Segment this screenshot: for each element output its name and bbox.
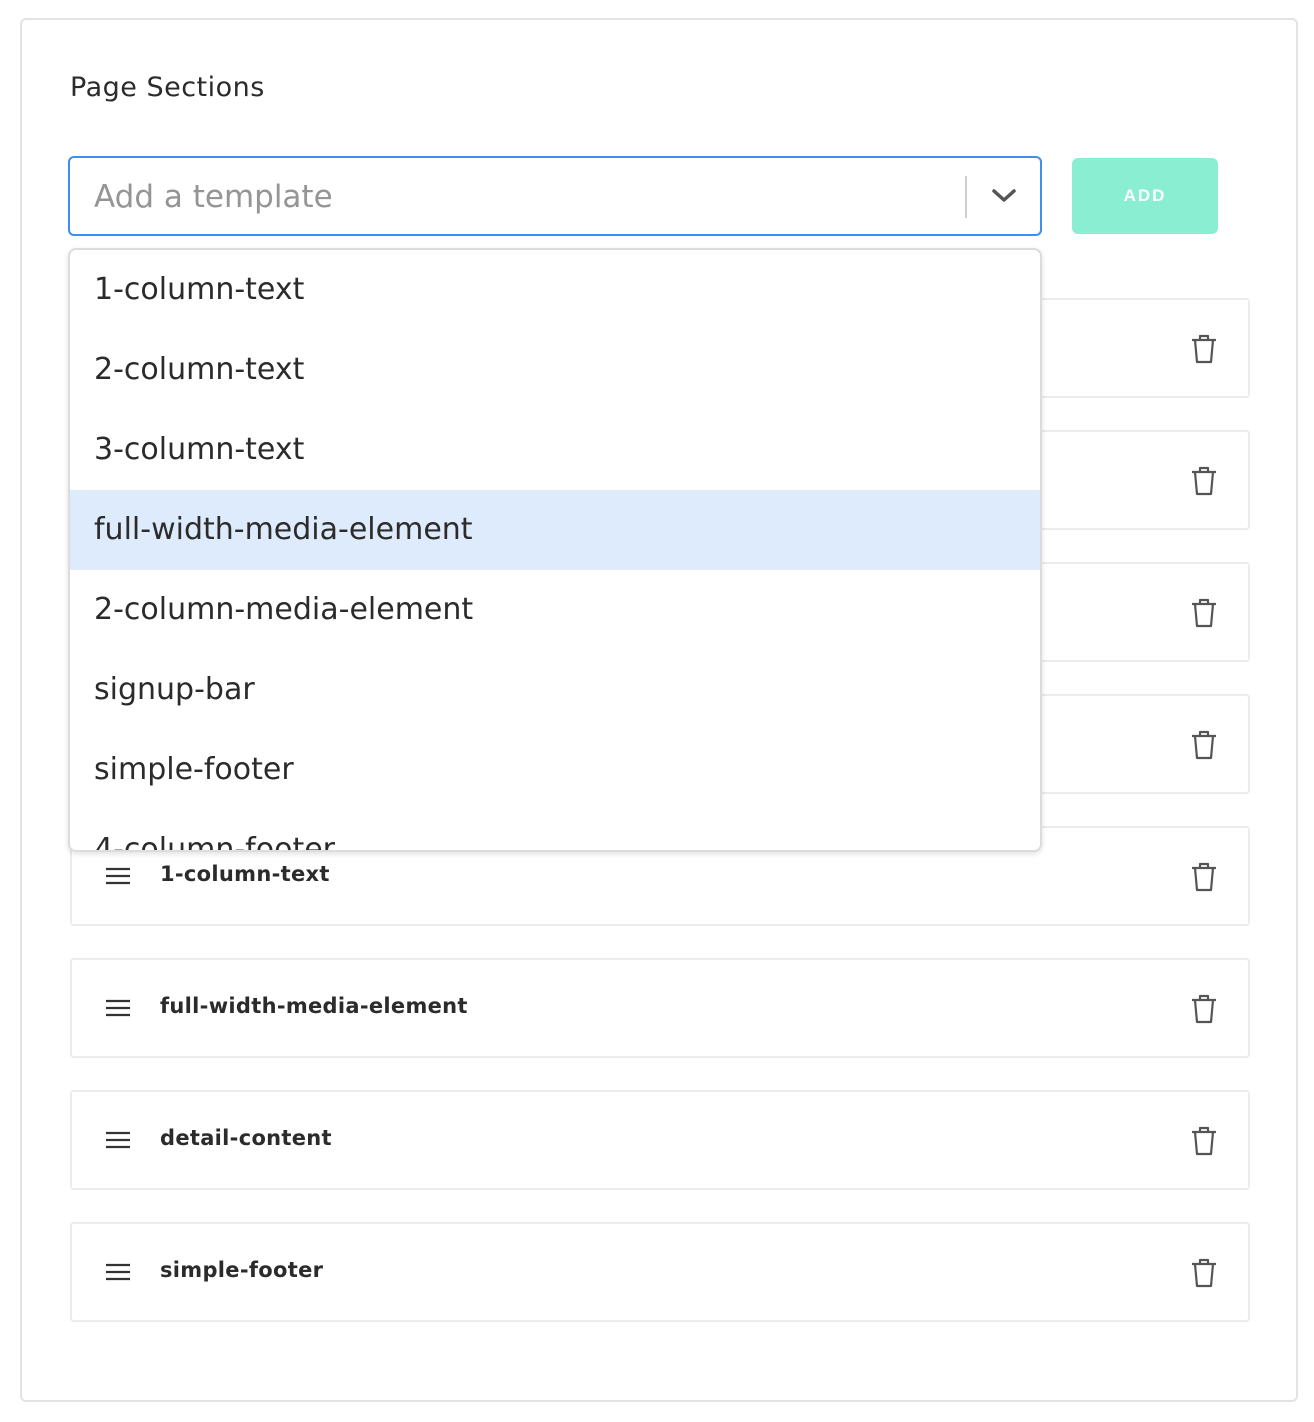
select-divider: [965, 176, 967, 218]
add-button[interactable]: ADD: [1072, 158, 1218, 234]
dropdown-option[interactable]: 1-column-text: [70, 250, 1040, 330]
trash-icon[interactable]: [1188, 728, 1220, 762]
section-label: detail-content: [160, 1126, 332, 1150]
dropdown-option[interactable]: 3-column-text: [70, 410, 1040, 490]
drag-handle-icon[interactable]: [104, 996, 132, 1020]
dropdown-option[interactable]: signup-bar: [70, 650, 1040, 730]
template-search-input[interactable]: [90, 170, 934, 224]
section-label: simple-footer: [160, 1258, 324, 1282]
dropdown-option[interactable]: 2-column-text: [70, 330, 1040, 410]
section-label: 1-column-text: [160, 862, 330, 886]
dropdown-option[interactable]: simple-footer: [70, 730, 1040, 810]
dropdown-option-highlighted[interactable]: full-width-media-element: [70, 490, 1040, 570]
trash-icon[interactable]: [1188, 596, 1220, 630]
section-row[interactable]: detail-content: [70, 1090, 1250, 1190]
section-row[interactable]: simple-footer: [70, 1222, 1250, 1322]
drag-handle-icon[interactable]: [104, 1128, 132, 1152]
trash-icon[interactable]: [1188, 860, 1220, 894]
template-dropdown-menu: 1-column-text 2-column-text 3-column-tex…: [68, 248, 1042, 852]
trash-icon[interactable]: [1188, 332, 1220, 366]
page-title: Page Sections: [70, 72, 265, 103]
trash-icon[interactable]: [1188, 992, 1220, 1026]
drag-handle-icon[interactable]: [104, 864, 132, 888]
section-label: full-width-media-element: [160, 994, 468, 1018]
dropdown-option[interactable]: 4-column-footer: [70, 810, 1040, 850]
trash-icon[interactable]: [1188, 1124, 1220, 1158]
section-row[interactable]: full-width-media-element: [70, 958, 1250, 1058]
trash-icon[interactable]: [1188, 464, 1220, 498]
chevron-down-icon[interactable]: [986, 178, 1022, 214]
trash-icon[interactable]: [1188, 1256, 1220, 1290]
dropdown-option[interactable]: 2-column-media-element: [70, 570, 1040, 650]
template-select[interactable]: [68, 156, 1042, 236]
drag-handle-icon[interactable]: [104, 1260, 132, 1284]
